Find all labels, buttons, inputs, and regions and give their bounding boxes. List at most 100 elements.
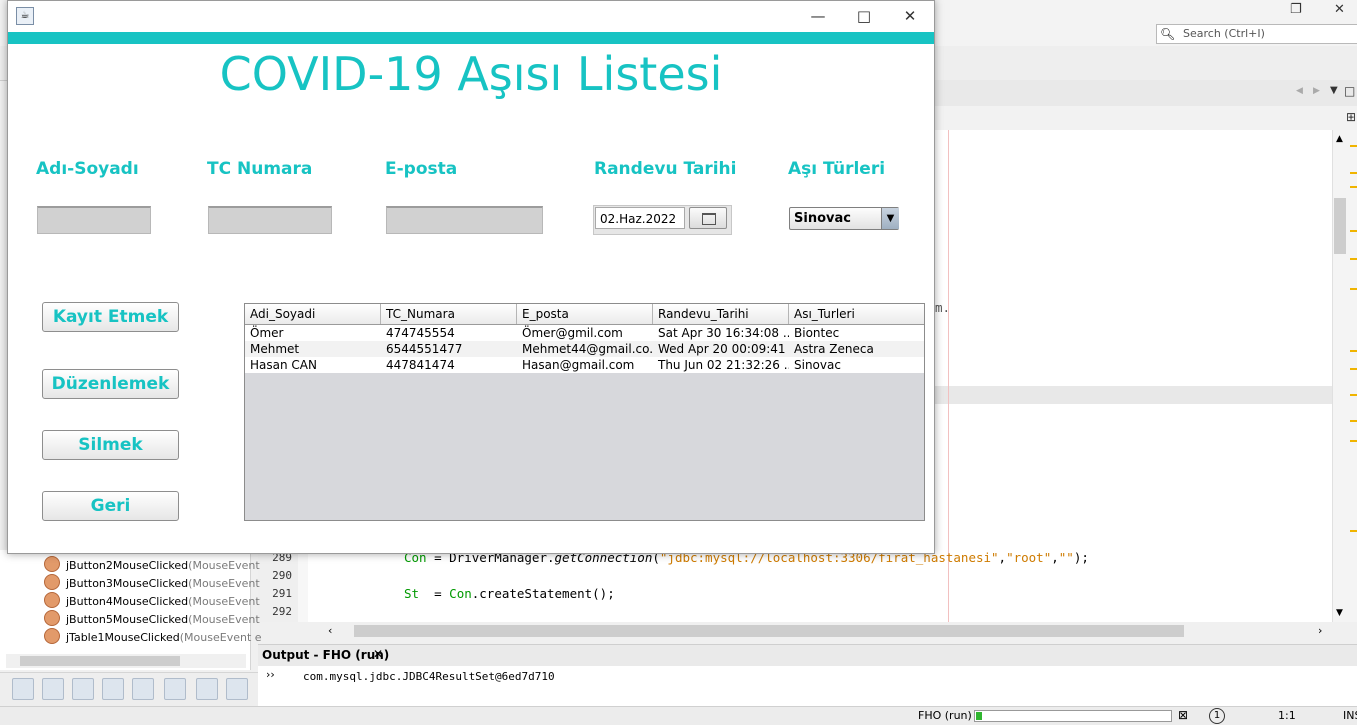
ide-window-controls: ❐ ✕ [1270, 2, 1357, 20]
accent-bar [8, 32, 934, 44]
save-button[interactable]: Kayıt Etmek [42, 302, 179, 332]
error-stripe [1348, 130, 1357, 622]
static-filter-icon[interactable] [72, 678, 94, 700]
app-window: ☕︎ — □ ✕ COVID-19 Aşısı Listesi Adı-Soya… [7, 0, 935, 554]
search-icon: 🔍︎ [1160, 27, 1176, 41]
table-cell: 447841474 [386, 358, 455, 372]
table-cell: Biontec [794, 326, 840, 340]
navigator-scroll-thumb[interactable] [20, 656, 180, 666]
edit-button[interactable]: Düzenlemek [42, 369, 179, 399]
notification-badge[interactable]: 1 [1209, 708, 1225, 724]
error-stripe-mark[interactable] [1350, 440, 1357, 442]
members-filter-icon[interactable] [12, 678, 34, 700]
navigator-item[interactable]: jButton3MouseClicked(MouseEvent [44, 574, 260, 592]
fqn-filter-icon[interactable] [164, 678, 186, 700]
maximize-button[interactable]: □ [842, 5, 886, 27]
error-stripe-mark[interactable] [1350, 186, 1357, 188]
output-panel: ›› com.mysql.jdbc.JDBC4ResultSet@6ed7d71… [258, 666, 1357, 706]
java-app-icon: ☕︎ [16, 7, 34, 25]
navigator-item[interactable]: jButton5MouseClicked(MouseEvent [44, 610, 260, 628]
close-button[interactable]: ✕ [888, 5, 932, 27]
line-number: 291 [272, 587, 292, 600]
delete-button[interactable]: Silmek [42, 430, 179, 460]
inherited-filter-icon[interactable] [132, 678, 154, 700]
table-header: Adi_Soyadi TC_Numara E_posta Randevu_Tar… [245, 304, 924, 325]
table-row[interactable]: Hasan CAN 447841474 Hasan@gmail.com Thu … [245, 357, 924, 373]
email-input[interactable] [386, 206, 543, 234]
ide-search-box[interactable]: 🔍︎ Search (Ctrl+I) [1156, 24, 1357, 44]
window-titlebar[interactable]: ☕︎ — □ ✕ [8, 1, 934, 32]
error-stripe-mark[interactable] [1350, 420, 1357, 422]
column-header[interactable]: TC_Numara [381, 304, 517, 324]
status-run-label[interactable]: FHO (run) [918, 709, 972, 722]
error-stripe-mark[interactable] [1350, 394, 1357, 396]
table-cell: 474745554 [386, 326, 455, 340]
column-header[interactable]: Ası_Turleri [789, 304, 924, 324]
field-filter-icon[interactable] [42, 678, 64, 700]
chevron-down-icon[interactable]: ▼ [881, 208, 899, 229]
scroll-up-icon[interactable]: ▲ [1336, 134, 1343, 144]
column-header[interactable]: Randevu_Tarihi [653, 304, 789, 324]
date-picker-button[interactable] [689, 207, 727, 229]
table-cell: Ömer [250, 326, 284, 340]
method-icon [44, 628, 60, 644]
line-number: 292 [272, 605, 292, 618]
status-cancel-icon[interactable]: ⊠ [1178, 708, 1188, 722]
tc-input[interactable] [208, 206, 332, 234]
method-icon [44, 574, 60, 590]
table-cell: Sat Apr 30 16:34:08 ... [658, 326, 789, 340]
back-button[interactable]: Geri [42, 491, 179, 521]
code-line-291: St = Con.createStatement(); [404, 586, 615, 601]
output-tab[interactable]: Output - FHO (run) [262, 648, 389, 662]
error-stripe-mark[interactable] [1350, 145, 1357, 147]
error-stripe-mark[interactable] [1350, 258, 1357, 260]
ide-search-input[interactable]: Search (Ctrl+I) [1183, 25, 1265, 43]
method-icon [44, 610, 60, 626]
ide-statusbar: FHO (run) ⊠ 1 1:1 INS [0, 706, 1357, 725]
name-input[interactable] [37, 206, 151, 234]
error-stripe-mark[interactable] [1350, 288, 1357, 290]
split-icon[interactable]: ⊞ [1346, 110, 1356, 124]
output-tabbar: Output - FHO (run) ✕ [258, 644, 1357, 667]
column-header[interactable]: Adi_Soyadi [245, 304, 381, 324]
error-stripe-mark[interactable] [1350, 350, 1357, 352]
editor-horizontal-scroll-thumb[interactable] [354, 625, 1184, 637]
method-icon [44, 556, 60, 572]
output-tab-close-icon[interactable]: ✕ [373, 647, 383, 661]
page-title: COVID-19 Aşısı Listesi [219, 47, 723, 101]
editor-vertical-scroll-thumb[interactable] [1334, 198, 1346, 254]
navigator-item[interactable]: jTable1MouseClicked(MouseEvent e [44, 628, 262, 646]
scroll-right-icon[interactable]: › [1318, 624, 1322, 637]
date-input[interactable]: 02.Haz.2022 [595, 207, 685, 229]
scroll-left-icon[interactable]: ‹ [328, 624, 332, 637]
table-row[interactable]: Mehmet 6544551477 Mehmet44@gmail.co... W… [245, 341, 924, 357]
date-label: Randevu Tarihi [594, 159, 737, 179]
sort-by-source-icon[interactable] [226, 678, 248, 700]
navigator-item[interactable]: jButton2MouseClicked(MouseEvent [44, 556, 260, 574]
ide-restore-icon[interactable]: ❐ [1290, 2, 1302, 17]
error-stripe-mark[interactable] [1350, 530, 1357, 532]
scroll-down-icon[interactable]: ▼ [1336, 608, 1343, 618]
error-stripe-mark[interactable] [1350, 368, 1357, 370]
ide-close-icon[interactable]: ✕ [1334, 2, 1345, 17]
lock-filter-icon[interactable] [102, 678, 124, 700]
table-cell: Sinovac [794, 358, 841, 372]
tab-list-icon[interactable]: ▼ [1330, 85, 1338, 96]
column-header[interactable]: E_posta [517, 304, 653, 324]
table-cell: Astra Zeneca [794, 342, 874, 356]
error-stripe-mark[interactable] [1350, 230, 1357, 232]
sort-by-name-icon[interactable] [196, 678, 218, 700]
calendar-icon [702, 213, 716, 225]
status-insert-mode: INS [1343, 709, 1357, 722]
navigator-item[interactable]: jButton4MouseClicked(MouseEvent [44, 592, 260, 610]
tab-nav-left-icon[interactable]: ◀ [1296, 86, 1303, 96]
table-row[interactable]: Ömer 474745554 Ömer@gmil.com Sat Apr 30 … [245, 325, 924, 341]
tab-nav-right-icon[interactable]: ▶ [1313, 86, 1320, 96]
table-cell: Wed Apr 20 00:09:41 ... [658, 342, 789, 356]
email-label: E-posta [385, 159, 458, 179]
minimize-button[interactable]: — [796, 5, 840, 27]
status-caret-position: 1:1 [1278, 709, 1296, 722]
name-label: Adı-Soyadı [36, 159, 139, 179]
tab-maximize-icon[interactable]: □ [1344, 84, 1355, 98]
error-stripe-mark[interactable] [1350, 172, 1357, 174]
